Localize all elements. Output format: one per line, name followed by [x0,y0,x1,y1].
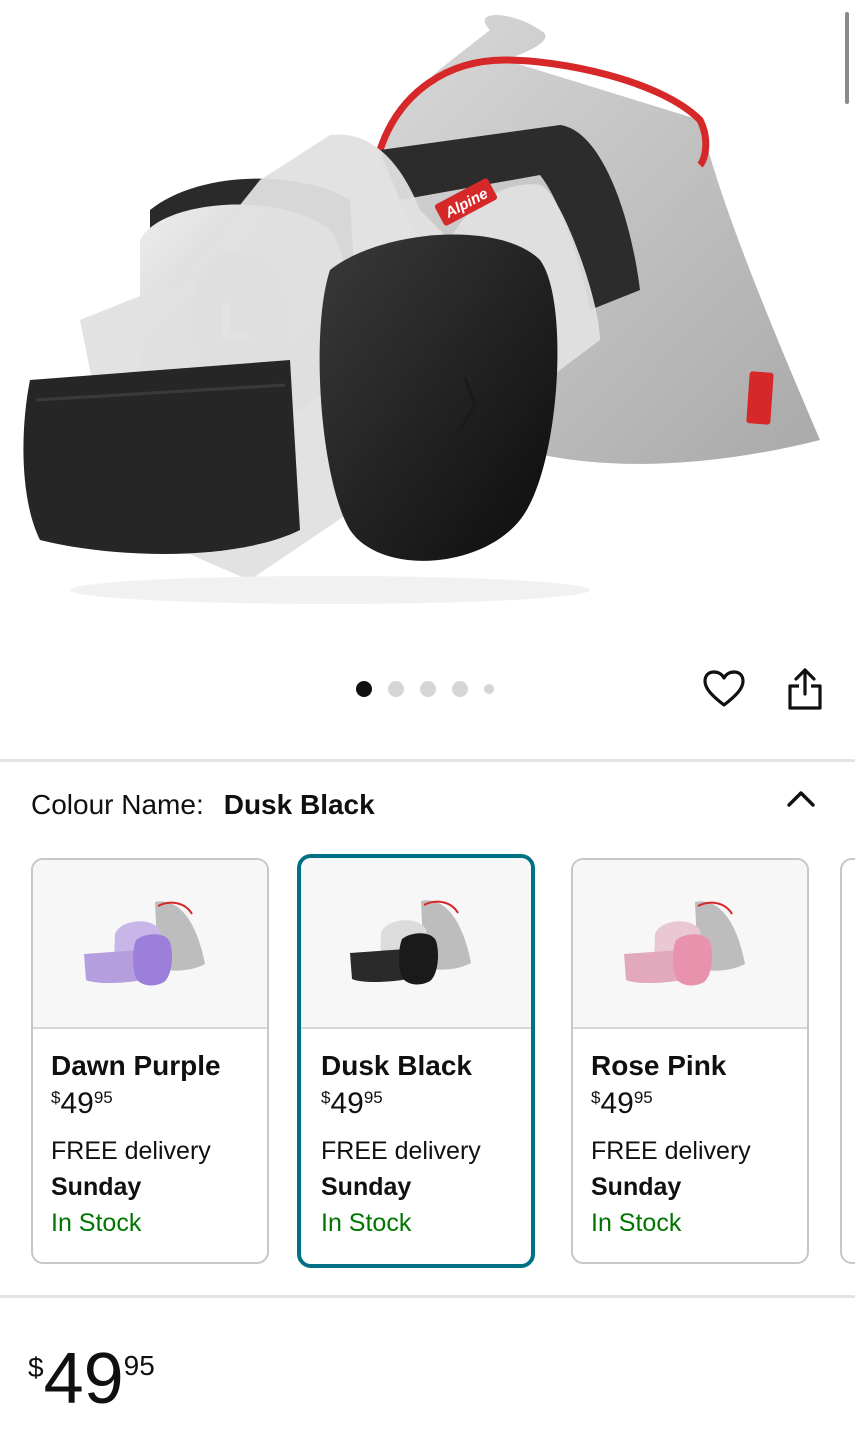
carousel-dot-3[interactable] [420,681,436,697]
variant-name: Rose Pink [591,1050,727,1081]
earmuffs-purple-thumbnail [84,900,205,985]
variant-delivery: FREE delivery [321,1137,481,1165]
carousel-dot-1[interactable] [356,681,372,697]
product-image[interactable]: L Alpine [0,0,855,650]
variant-card-next[interactable] [840,858,855,1264]
colour-selected-value: Dusk Black [223,789,375,820]
variant-delivery-day: Sunday [51,1173,142,1201]
earmuffs-pink-thumbnail [624,900,745,985]
heart-icon [703,670,745,707]
variant-delivery-day: Sunday [321,1173,412,1201]
earmuffs-illustration: L Alpine [23,15,820,604]
collapse-button[interactable] [784,784,818,814]
variant-name: Dawn Purple [51,1050,221,1081]
colour-name-row: Colour Name: Dusk Black [31,789,375,821]
colour-label: Colour Name: [31,789,204,820]
price-fraction: 95 [123,1350,155,1381]
variant-card-dusk-black[interactable]: Dusk Black $4995 FREE delivery Sunday In… [297,854,535,1268]
variant-price: $4995 [51,1087,113,1120]
variant-delivery: FREE delivery [51,1137,211,1165]
variant-stock-status: In Stock [591,1209,682,1237]
carousel-indicator[interactable] [356,680,494,698]
share-icon [788,668,822,710]
variant-delivery: FREE delivery [591,1137,751,1165]
earmuffs-black-thumbnail [350,899,471,984]
variant-card-dawn-purple[interactable]: Dawn Purple $4995 FREE delivery Sunday I… [31,858,269,1264]
section-divider [0,759,855,762]
variant-delivery-day: Sunday [591,1173,682,1201]
carousel-dot-5[interactable] [484,684,494,694]
section-divider [0,1295,855,1298]
price-currency: $ [28,1352,44,1383]
variant-price: $4995 [591,1087,653,1120]
carousel-dot-2[interactable] [388,681,404,697]
share-button[interactable] [782,664,828,714]
product-price: $ 49 95 [28,1340,155,1418]
variant-card-rose-pink[interactable]: Rose Pink $4995 FREE delivery Sunday In … [571,858,809,1264]
carousel-dot-4[interactable] [452,681,468,697]
chevron-up-icon [787,791,815,807]
variant-thumbnail [301,858,531,1029]
price-whole: 49 [43,1339,124,1419]
variant-thumbnail [33,860,267,1029]
variant-price: $4995 [321,1087,383,1120]
variant-stock-status: In Stock [51,1209,142,1237]
variant-stock-status: In Stock [321,1209,412,1237]
wishlist-button[interactable] [700,666,748,712]
variant-thumbnail [573,860,807,1029]
scrollbar[interactable] [845,12,849,104]
variant-name: Dusk Black [321,1050,472,1081]
